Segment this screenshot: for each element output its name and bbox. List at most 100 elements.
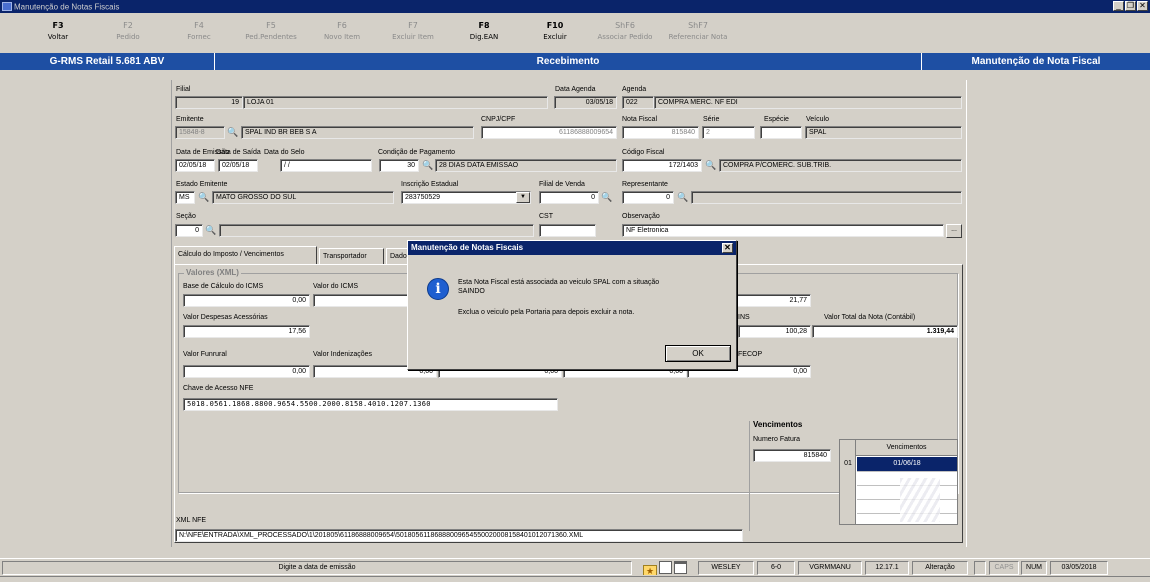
dropdown-arrow-icon[interactable]: ▼ [516,192,530,203]
fkey-f6-novo-item[interactable]: F6 Novo Item [307,21,377,41]
nota-fiscal-field[interactable]: 815840 [622,126,699,139]
data-agenda-field: 03/05/18 [554,96,617,109]
fkey-label: Novo Item [323,33,361,41]
minimize-button[interactable]: _ [1113,1,1124,11]
vencimentos-grid[interactable]: Vencimentos 01 01/06/18 [839,439,958,525]
condicao-pagamento-code-field[interactable]: 30 [379,159,419,172]
valor-despesas-field[interactable]: 17,56 [183,325,310,338]
serie-field[interactable]: 2 [702,126,755,139]
fkey-f5-pendentes[interactable]: F5 Ped.Pendentes [236,21,306,41]
representante-search-icon[interactable]: 🔍 [676,191,690,203]
grid-watermark-icon [900,478,940,522]
close-button[interactable]: ✕ [1137,1,1148,11]
representante-field[interactable]: 0 [622,191,674,204]
observacao-field[interactable]: NF Eletronica [622,224,944,237]
valor-icms-field[interactable] [313,294,413,307]
valores-group-title: Valores (XML) [184,268,241,277]
screen-name: Manutenção de Nota Fiscal [921,53,1150,70]
secao-name-field [219,224,534,237]
estado-name-field: MATO GROSSO DO SUL [212,191,394,204]
document-icon[interactable] [659,561,672,574]
secao-field[interactable]: 0 [175,224,203,237]
status-mode: Alteração [912,561,968,575]
fkey-key: F3 [52,21,64,30]
fkey-f10-excluir[interactable]: F10 Excluir [520,21,590,41]
total-nota-label: Valor Total da Nota (Contábil) [824,314,916,321]
valor-despesas-label: Valor Despesas Acessórias [183,314,268,321]
grid-row-date[interactable]: 01/06/18 [857,457,957,471]
star-icon[interactable]: ★ [643,565,658,575]
serie-label: Série [703,116,720,123]
status-user: WESLEY [698,561,754,575]
status-message: Digite a data de emissão [2,561,632,575]
base-icms-label: Base de Cálculo do ICMS [183,283,264,290]
total-nota-field[interactable]: 1.319,44 [812,325,958,338]
tab-calculo-imposto[interactable]: Cálculo do Imposto / Vencimentos [174,246,317,264]
status-num: NUM [1021,561,1047,575]
data-agenda-label: Data Agenda [555,86,596,93]
observacao-label: Observação [622,213,660,220]
fkey-f3-voltar[interactable]: F3 Voltar [23,21,93,41]
fkey-f2-pedido[interactable]: F2 Pedido [93,21,163,41]
data-selo-field[interactable]: / / [280,159,372,172]
condicao-pagamento-search-icon[interactable]: 🔍 [421,159,435,171]
emitente-code-field[interactable]: 15848-8 [175,126,225,139]
emitente-search-icon[interactable]: 🔍 [226,126,240,138]
inscricao-estadual-label: Inscrição Estadual [401,181,459,188]
chave-acesso-field[interactable]: 5018.0561.1868.8800.9654.5500.2000.8158.… [183,398,558,411]
window-title: Manutenção de Notas Fiscais [14,2,120,12]
data-saida-field[interactable]: 02/05/18 [218,159,258,172]
fkey-label: Pedido [116,33,140,41]
window-controls: _ ❐ ✕ [1113,1,1148,11]
codigo-fiscal-code-field[interactable]: 172/1403 [622,159,702,172]
fkey-key: ShF7 [688,21,708,30]
valor-funrural-field[interactable]: 0,00 [183,365,310,378]
status-empty [974,561,986,575]
fkey-shf7-referenciar-nota[interactable]: ShF7 Referenciar Nota [663,21,733,41]
especie-field[interactable] [760,126,802,139]
fkey-f4-fornec[interactable]: F4 Fornec [164,21,234,41]
dialog-message-line2: SAINDO [458,288,485,295]
dialog-message-line3: Exclua o veiculo pela Portaria para depo… [458,309,635,316]
app-icon [2,2,12,12]
dialog-title: Manutenção de Notas Fiscais [411,243,524,252]
clipboard-icon[interactable] [673,561,687,574]
filial-venda-field[interactable]: 0 [539,191,599,204]
inscricao-estadual-select[interactable]: 283750529 [401,191,531,204]
ok-button[interactable]: OK [665,345,731,362]
emitente-name-field: SPAL IND BR BEB S A [241,126,474,139]
codigo-fiscal-label: Código Fiscal [622,149,665,156]
information-icon: i [427,278,449,300]
fkey-f8-dig-ean[interactable]: F8 Dig.EAN [449,21,519,41]
estado-uf-field[interactable]: MS [175,191,195,204]
secao-label: Seção [176,213,196,220]
nota-fiscal-label: Nota Fiscal [622,116,658,123]
fkey-key: F6 [337,21,347,30]
fkey-f7-excluir-item[interactable]: F7 Excluir Item [378,21,448,41]
fkey-key: F7 [408,21,418,30]
codigo-fiscal-search-icon[interactable]: 🔍 [704,159,718,171]
tab-transportador[interactable]: Transportador [319,248,384,264]
fecop-label: FECOP [738,351,763,358]
function-key-toolbar: F3 Voltar F2 Pedido F4 Fornec F5 Ped.Pendent… [0,13,1150,50]
ins-field[interactable]: 100,28 [738,325,811,338]
observacao-ellipsis-button[interactable]: ... [946,224,962,238]
fkey-shf6-associar-pedido[interactable]: ShF6 Associar Pedido [590,21,660,41]
base-icms-field[interactable]: 0,00 [183,294,310,307]
dialog-close-icon[interactable]: ✕ [722,243,733,253]
filial-venda-search-icon[interactable]: 🔍 [600,191,614,203]
secao-search-icon[interactable]: 🔍 [204,224,218,236]
cst-field[interactable] [539,224,596,237]
fkey-label: Referenciar Nota [668,33,728,41]
estado-search-icon[interactable]: 🔍 [197,191,211,203]
xml-path-field[interactable]: N:\NFE\ENTRADA\XML_PROCESSADO\1\201805\6… [175,529,743,542]
numero-fatura-field[interactable]: 815840 [753,449,831,462]
fkey-label: Associar Pedido [597,33,653,41]
restore-button[interactable]: ❐ [1125,1,1136,11]
condicao-pagamento-desc-field: 28 DIAS DATA EMISSAO [435,159,617,172]
data-emissao-field[interactable]: 02/05/18 [175,159,215,172]
status-program: VGRMMANU [798,561,862,575]
filial-code-field[interactable]: 19 [175,96,243,109]
representante-name-field [691,191,962,204]
cnpj-field[interactable]: 61186888009654 [481,126,617,139]
